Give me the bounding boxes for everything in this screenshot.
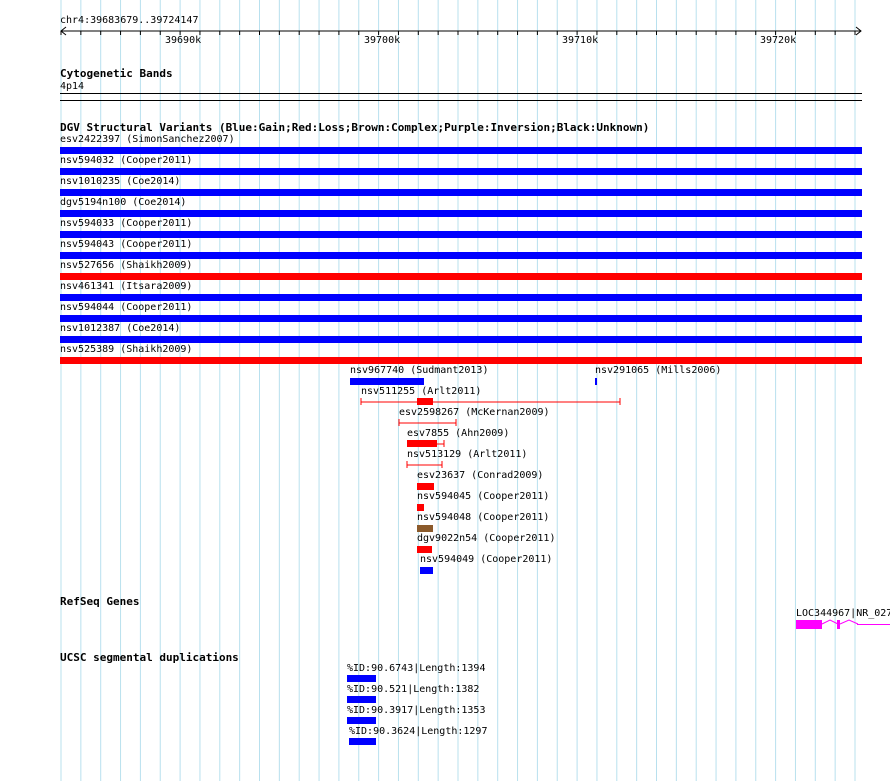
dgv-gain-bar[interactable] <box>60 315 862 322</box>
dgv-gain-bar[interactable] <box>60 210 862 217</box>
ruler-tick-label: 39710k <box>562 35 599 46</box>
dgv-gain-bar[interactable] <box>60 294 862 301</box>
dgv-loss-bar[interactable] <box>417 483 434 490</box>
ruler-tick-label: 39700k <box>364 35 401 46</box>
dgv-row-label: nsv594044 (Cooper2011) <box>60 302 193 313</box>
dgv-row-label: nsv525389 (Shaikh2009) <box>60 344 193 355</box>
dgv-gain-bar[interactable] <box>60 189 862 196</box>
dgv-loss-span[interactable] <box>398 418 458 427</box>
dgv-loss-span[interactable] <box>406 439 446 448</box>
dgv-feature-label: esv23637 (Conrad2009) <box>417 470 544 481</box>
dgv-gain-bar[interactable] <box>350 378 424 385</box>
dgv-row-label: nsv1010235 (Coe2014) <box>60 176 181 187</box>
dgv-row-label: dgv5194n100 (Coe2014) <box>60 197 187 208</box>
dgv-loss-bar[interactable] <box>60 357 862 364</box>
segdup-label: %ID:90.521|Length:1382 <box>347 684 480 695</box>
dgv-row-label: nsv594033 (Cooper2011) <box>60 218 193 229</box>
dgv-loss-bar[interactable] <box>417 504 424 511</box>
dgv-gain-bar[interactable] <box>420 567 433 574</box>
refseq-gene-model[interactable] <box>794 618 890 632</box>
dgv-track-title[interactable]: DGV Structural Variants (Blue:Gain;Red:L… <box>60 121 649 134</box>
dgv-loss-span[interactable] <box>360 397 622 406</box>
dgv-feature-label: nsv291065 (Mills2006) <box>595 365 722 376</box>
segdup-label: %ID:90.3917|Length:1353 <box>347 705 486 716</box>
segdup-label: %ID:90.6743|Length:1394 <box>347 663 486 674</box>
dgv-gain-bar[interactable] <box>60 168 862 175</box>
dgv-feature-label: nsv594049 (Cooper2011) <box>420 554 553 565</box>
ruler-tick-label: 39690k <box>165 35 202 46</box>
dgv-feature-label: nsv594045 (Cooper2011) <box>417 491 550 502</box>
dgv-loss-span[interactable] <box>406 460 444 469</box>
cytoband-track-title[interactable]: Cytogenetic Bands <box>60 67 173 80</box>
segdup-bar[interactable] <box>347 696 376 703</box>
dgv-complex-bar[interactable] <box>417 525 433 532</box>
cytoband-label: 4p14 <box>60 81 85 92</box>
dgv-row-label: nsv461341 (Itsara2009) <box>60 281 193 292</box>
ruler-axis <box>60 26 862 36</box>
segdup-bar[interactable] <box>349 738 376 745</box>
ruler-tick-label: 39720k <box>760 35 797 46</box>
dgv-row-label: nsv594032 (Cooper2011) <box>60 155 193 166</box>
refseq-track-title[interactable]: RefSeq Genes <box>60 595 139 608</box>
dgv-loss-bar[interactable] <box>417 546 432 553</box>
cytoband-line-top <box>60 93 862 94</box>
segdup-label: %ID:90.3624|Length:1297 <box>349 726 488 737</box>
segdup-bar[interactable] <box>347 717 376 724</box>
dgv-gain-bar[interactable] <box>60 336 862 343</box>
dgv-gain-bar[interactable] <box>60 147 862 154</box>
dgv-feature-label: dgv9022n54 (Cooper2011) <box>417 533 556 544</box>
dgv-loss-bar[interactable] <box>60 273 862 280</box>
dgv-feature-label: nsv967740 (Sudmant2013) <box>350 365 489 376</box>
dgv-row-label: nsv594043 (Cooper2011) <box>60 239 193 250</box>
dgv-row-label: nsv527656 (Shaikh2009) <box>60 260 193 271</box>
dgv-row-label: nsv1012387 (Coe2014) <box>60 323 181 334</box>
segdup-bar[interactable] <box>347 675 376 682</box>
segdup-track-title[interactable]: UCSC segmental duplications <box>60 651 239 664</box>
dgv-gain-bar[interactable] <box>60 252 862 259</box>
cytoband-line-bottom <box>60 100 862 101</box>
dgv-row-label: esv2422397 (SimonSanchez2007) <box>60 134 235 145</box>
dgv-gain-bar[interactable] <box>595 378 597 385</box>
dgv-gain-bar[interactable] <box>60 231 862 238</box>
dgv-feature-label: nsv594048 (Cooper2011) <box>417 512 550 523</box>
